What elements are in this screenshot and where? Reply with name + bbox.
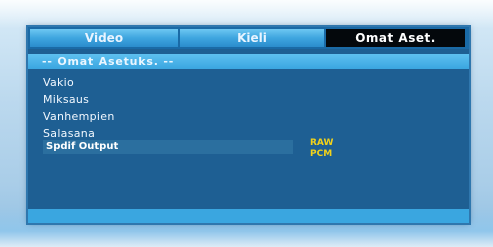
menu-item-miksaus[interactable]: Miksaus [43,91,115,108]
background-top-glow [0,0,493,28]
option-raw[interactable]: RAW [310,138,333,149]
settings-panel: Video Kieli Omat Aset. -- Omat Asetuks. … [28,27,469,223]
settings-menu: Vakio Miksaus Vanhempien Salasana [43,74,115,142]
section-header: -- Omat Asetuks. -- [28,54,469,69]
tab-kieli[interactable]: Kieli [180,29,326,47]
menu-item-vanhempien[interactable]: Vanhempien [43,108,115,125]
menu-item-vakio[interactable]: Vakio [43,74,115,91]
option-pcm[interactable]: PCM [310,149,333,160]
tab-omat-aset[interactable]: Omat Aset. [326,29,465,47]
spdif-output-row[interactable]: Spdif Output [43,140,293,154]
spdif-options: RAW PCM [310,138,333,160]
tab-video[interactable]: Video [30,29,180,47]
footer-bar [28,209,469,223]
tab-bar: Video Kieli Omat Aset. [28,27,469,49]
spdif-output-label: Spdif Output [46,141,119,152]
